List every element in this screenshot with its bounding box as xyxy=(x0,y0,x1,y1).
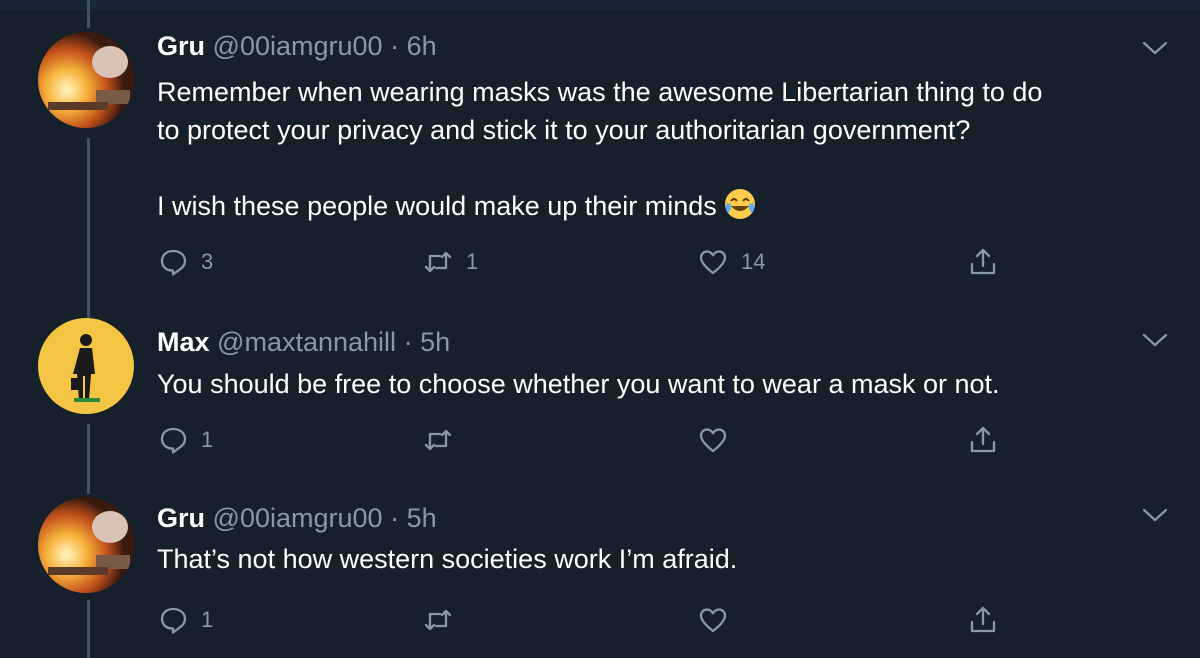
avatar[interactable] xyxy=(38,318,134,414)
user-name[interactable]: Max xyxy=(157,327,210,357)
tweet-actions: 1 xyxy=(157,423,1057,457)
user-handle[interactable]: @00iamgru00 xyxy=(213,31,383,61)
share-button[interactable] xyxy=(967,245,999,279)
retweet-button[interactable] xyxy=(422,423,466,457)
tweet-text: That’s not how western societies work I’… xyxy=(157,544,738,574)
like-button[interactable] xyxy=(697,423,741,457)
separator-dot: · xyxy=(390,31,400,61)
tweet[interactable]: Gru @00iamgru00 · 6h Remember when weari… xyxy=(0,0,1200,310)
reply-icon xyxy=(160,249,187,276)
like-icon xyxy=(699,428,727,453)
reply-count: 1 xyxy=(201,607,214,632)
user-name[interactable]: Gru xyxy=(157,31,205,61)
tweet-actions: 1 xyxy=(157,603,1057,637)
tweet-header: Gru @00iamgru00 · 6h xyxy=(157,30,437,62)
user-handle[interactable]: @maxtannahill xyxy=(217,327,396,357)
like-count: 14 xyxy=(741,249,766,274)
retweet-button[interactable]: 1 xyxy=(422,245,478,279)
share-button[interactable] xyxy=(967,423,999,457)
like-icon xyxy=(699,608,727,633)
retweet-count: 1 xyxy=(466,249,479,274)
user-handle[interactable]: @00iamgru00 xyxy=(213,503,383,533)
share-button[interactable] xyxy=(967,603,999,637)
reply-icon xyxy=(160,427,187,454)
retweet-button[interactable] xyxy=(422,603,466,637)
reply-button[interactable]: 1 xyxy=(157,423,213,457)
chevron-down-icon[interactable] xyxy=(1140,505,1170,525)
retweet-icon xyxy=(424,251,452,273)
chevron-down-icon[interactable] xyxy=(1140,330,1170,350)
tweet-header: Max @maxtannahill · 5h xyxy=(157,326,450,358)
user-name[interactable]: Gru xyxy=(157,503,205,533)
like-button[interactable] xyxy=(697,603,741,637)
tweet[interactable]: Max @maxtannahill · 5h You should be fre… xyxy=(0,310,1200,485)
tweet-time[interactable]: 5h xyxy=(420,327,450,357)
reply-icon xyxy=(160,607,187,634)
tweet-text: Remember when wearing masks was the awes… xyxy=(157,73,1177,225)
share-icon xyxy=(970,426,996,453)
share-icon xyxy=(970,248,996,275)
like-icon xyxy=(699,250,727,275)
like-button[interactable]: 14 xyxy=(697,245,765,279)
retweet-icon xyxy=(424,429,452,451)
reply-count: 1 xyxy=(201,427,214,452)
tweet-time[interactable]: 5h xyxy=(407,503,437,533)
tweet-text: You should be free to choose whether you… xyxy=(157,369,1000,399)
tweet-time[interactable]: 6h xyxy=(407,31,437,61)
tweet-header: Gru @00iamgru00 · 5h xyxy=(157,502,437,534)
avatar[interactable] xyxy=(38,32,134,128)
tweet-text-content: Remember when wearing masks was the awes… xyxy=(157,77,1043,221)
chevron-down-icon[interactable] xyxy=(1140,38,1170,58)
reply-button[interactable]: 3 xyxy=(157,245,213,279)
retweet-icon xyxy=(424,609,452,631)
reply-button[interactable]: 1 xyxy=(157,603,213,637)
separator-dot: · xyxy=(390,503,400,533)
avatar[interactable] xyxy=(38,497,134,593)
share-icon xyxy=(970,606,996,633)
separator-dot: · xyxy=(403,327,413,357)
tweet[interactable]: Gru @00iamgru00 · 5h That’s not how west… xyxy=(0,485,1200,658)
tweet-actions: 3 1 14 xyxy=(157,245,1057,279)
face-with-tears-of-joy-icon xyxy=(724,189,755,219)
reply-count: 3 xyxy=(201,249,214,274)
